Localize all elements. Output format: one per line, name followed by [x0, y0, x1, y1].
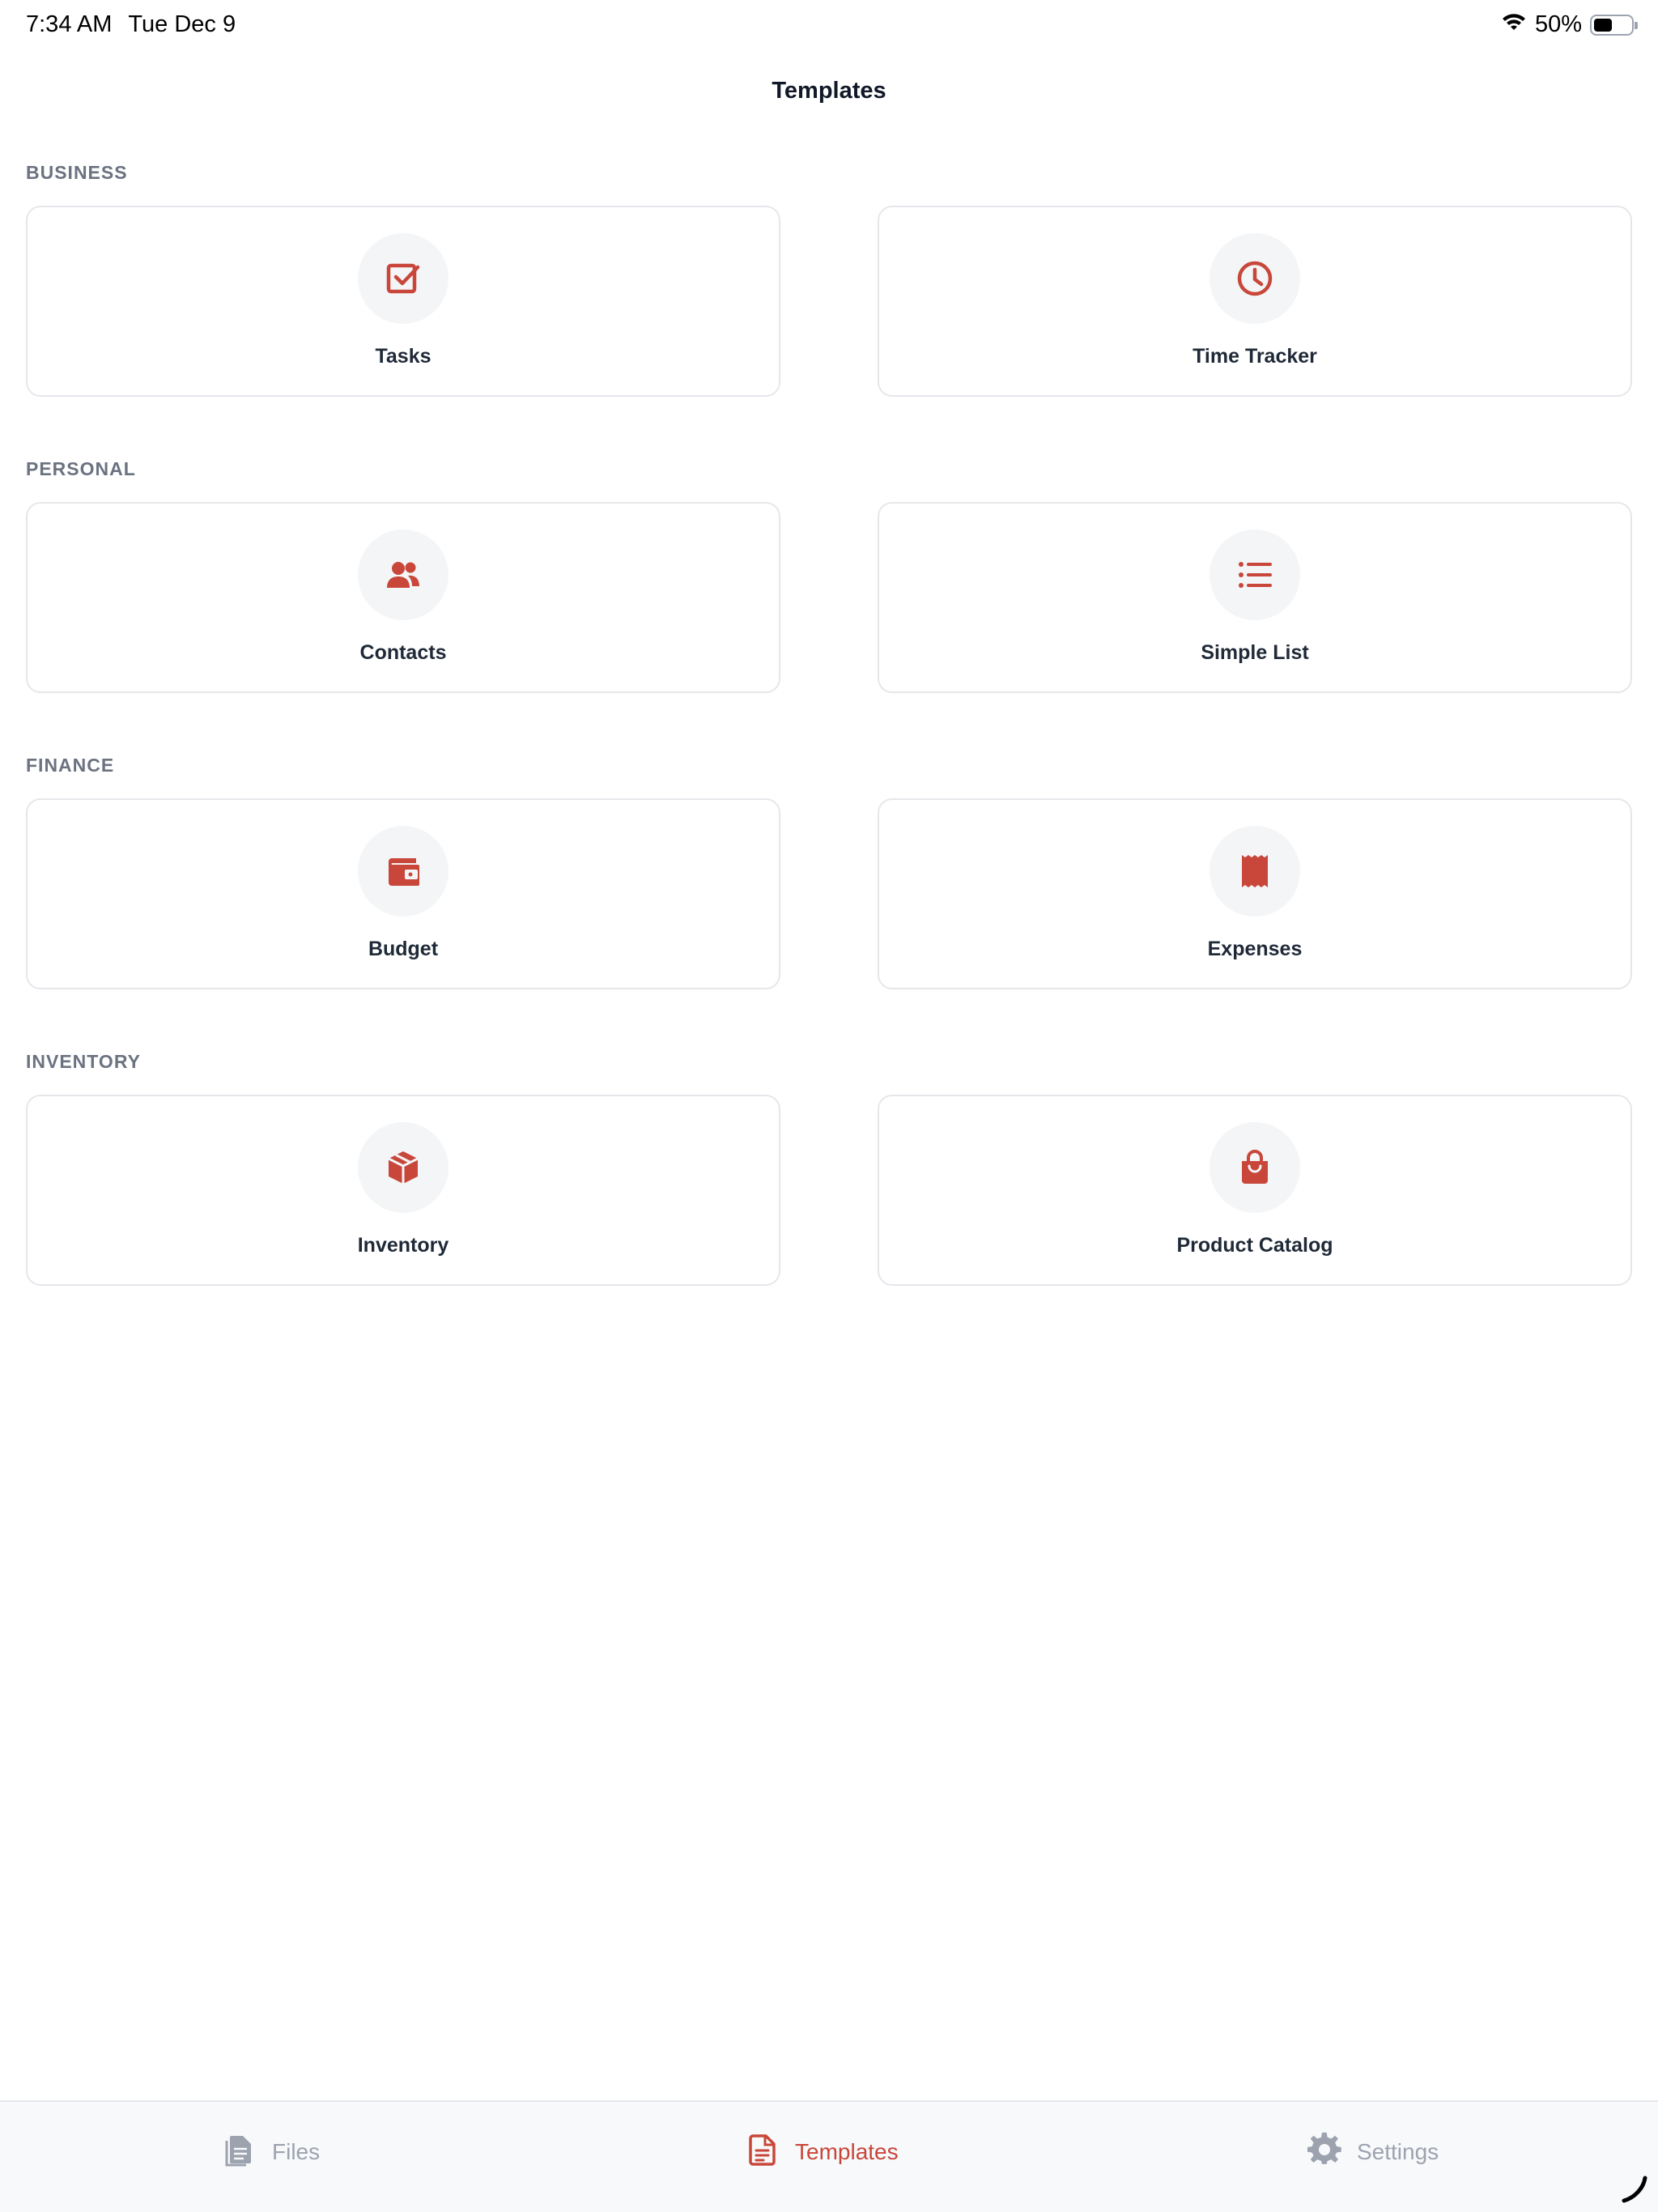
- box-icon: [358, 1122, 449, 1213]
- clock-icon: [1209, 233, 1300, 324]
- users-icon: [358, 530, 449, 620]
- wallet-icon: [358, 826, 449, 917]
- section-label-finance: FINANCE: [26, 755, 115, 776]
- tab-settings[interactable]: Settings: [1307, 2131, 1439, 2172]
- tab-label-files: Files: [272, 2138, 321, 2164]
- template-card-label: Tasks: [375, 345, 432, 368]
- status-time-text: 7:34 AM: [26, 11, 113, 37]
- status-time: 7:34 AM Tue Dec 9: [26, 11, 236, 38]
- section-label-personal: PERSONAL: [26, 458, 136, 479]
- tab-templates[interactable]: Templates: [745, 2131, 899, 2172]
- template-card-tasks[interactable]: Tasks: [26, 206, 780, 397]
- template-card-label: Expenses: [1207, 938, 1303, 960]
- list-icon: [1209, 530, 1300, 620]
- status-bar: 7:34 AM Tue Dec 9 50%: [0, 0, 1658, 52]
- page-title: Templates: [772, 78, 886, 104]
- tab-files[interactable]: Files: [222, 2131, 320, 2172]
- status-date: Tue Dec 9: [128, 11, 236, 37]
- template-card-simple-list[interactable]: Simple List: [878, 502, 1632, 693]
- checkbox-icon: [358, 233, 449, 324]
- document-icon: [222, 2131, 257, 2172]
- home-indicator: [1619, 2175, 1648, 2204]
- battery-percent: 50%: [1534, 11, 1582, 37]
- template-card-inventory[interactable]: Inventory: [26, 1095, 780, 1286]
- template-card-budget[interactable]: Budget: [26, 798, 780, 989]
- template-card-label: Time Tracker: [1192, 345, 1317, 368]
- tab-bar: Files Templates Settings: [0, 2100, 1658, 2212]
- wifi-icon: [1501, 11, 1527, 38]
- template-document-icon: [745, 2131, 780, 2172]
- template-card-label: Budget: [368, 938, 439, 960]
- template-card-label: Simple List: [1201, 641, 1309, 664]
- tab-label-settings: Settings: [1357, 2138, 1439, 2164]
- template-card-label: Inventory: [357, 1234, 449, 1257]
- template-card-product-catalog[interactable]: Product Catalog: [878, 1095, 1632, 1286]
- template-card-contacts[interactable]: Contacts: [26, 502, 780, 693]
- tab-label-templates: Templates: [795, 2138, 899, 2164]
- template-card-time-tracker[interactable]: Time Tracker: [878, 206, 1632, 397]
- template-card-label: Contacts: [359, 641, 447, 664]
- section-label-business: BUSINESS: [26, 162, 128, 183]
- section-label-inventory: INVENTORY: [26, 1051, 141, 1072]
- template-card-label: Product Catalog: [1176, 1234, 1333, 1257]
- gear-icon: [1307, 2131, 1342, 2172]
- template-card-expenses[interactable]: Expenses: [878, 798, 1632, 989]
- battery-icon: [1590, 14, 1638, 36]
- receipt-icon: [1209, 826, 1300, 917]
- status-right: 50%: [1501, 11, 1638, 38]
- shopping-bag-icon: [1209, 1122, 1300, 1213]
